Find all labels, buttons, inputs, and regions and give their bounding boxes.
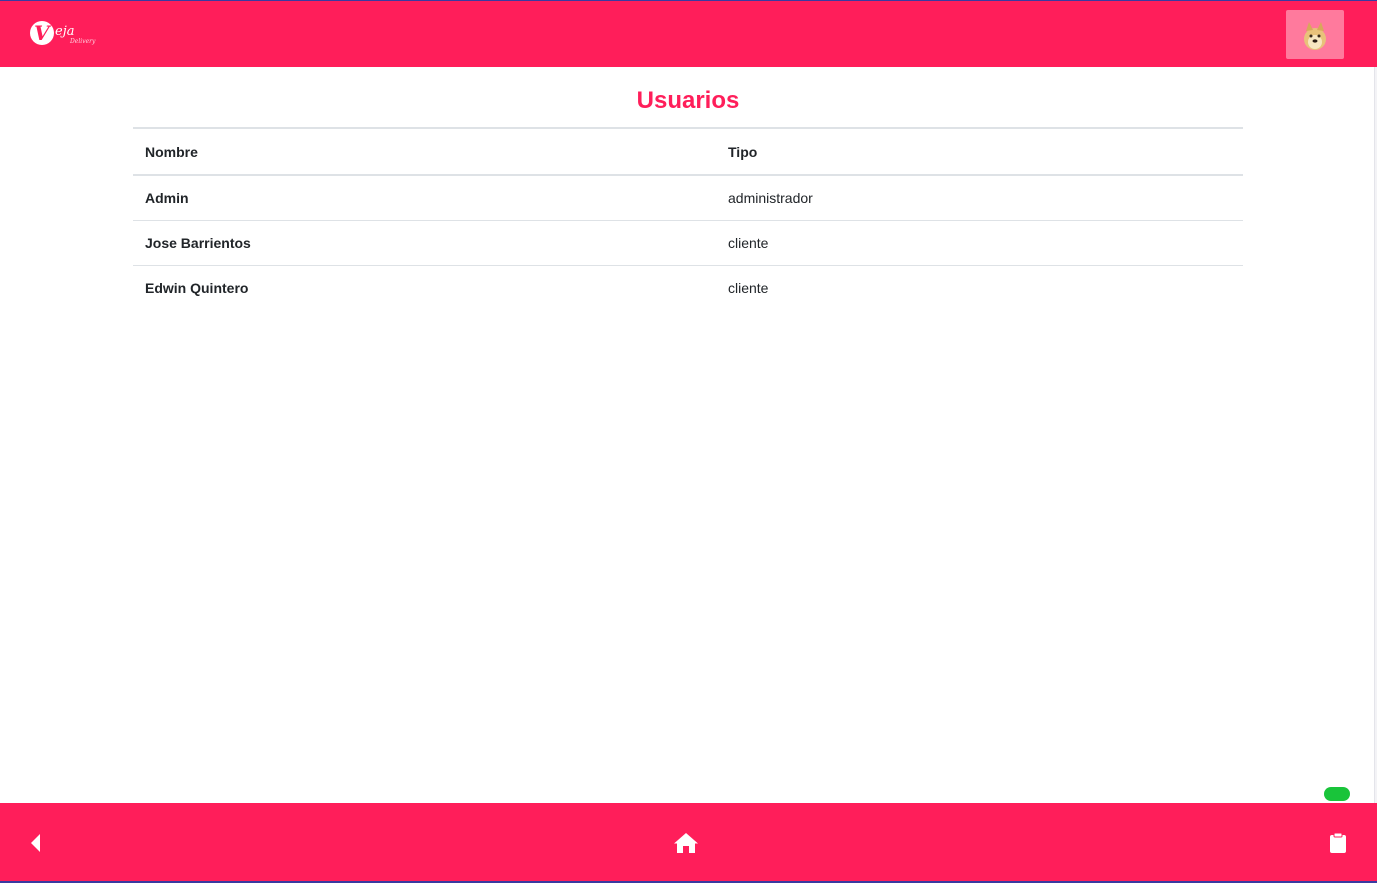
home-button[interactable] xyxy=(672,829,700,857)
user-type-cell: cliente xyxy=(728,279,769,296)
brand-logo[interactable]: V eja Delivery xyxy=(30,21,96,49)
clipboard-button[interactable] xyxy=(1324,829,1352,857)
user-name-cell: Jose Barrientos xyxy=(133,220,716,266)
column-header-tipo: Tipo xyxy=(716,127,1243,176)
user-name-cell: Admin xyxy=(133,175,716,221)
back-arrow-icon xyxy=(31,834,40,852)
status-indicator xyxy=(1324,787,1350,801)
back-button[interactable] xyxy=(22,829,50,857)
user-name-cell: Edwin Quintero xyxy=(145,279,249,296)
users-table: Nombre Tipo Admin administrador Jose Bar… xyxy=(133,127,1243,310)
bottom-navbar xyxy=(0,803,1377,883)
logo-mark: V xyxy=(34,21,50,45)
page-title: Usuarios xyxy=(636,87,740,114)
table-row[interactable]: Admin administrador xyxy=(133,175,1243,221)
table-row[interactable]: Jose Barrientos cliente xyxy=(133,220,1243,266)
column-header-nombre: Nombre xyxy=(133,127,716,176)
clipboard-icon xyxy=(1330,832,1346,853)
top-navbar: V eja Delivery xyxy=(0,0,1377,67)
table-row[interactable]: Edwin Quintero cliente xyxy=(133,265,1243,310)
user-avatar-button[interactable] xyxy=(1286,10,1344,59)
logo-word: eja xyxy=(55,24,75,39)
table-header-row: Nombre Tipo xyxy=(133,127,1243,176)
logo-subtitle: Delivery xyxy=(70,38,96,45)
user-type-cell: cliente xyxy=(716,220,1243,266)
home-icon xyxy=(674,833,698,853)
main-content: Usuarios Nombre Tipo Admin administrador… xyxy=(0,67,1377,803)
doge-avatar-icon xyxy=(1304,21,1326,50)
user-type-cell: administrador xyxy=(716,175,1243,221)
